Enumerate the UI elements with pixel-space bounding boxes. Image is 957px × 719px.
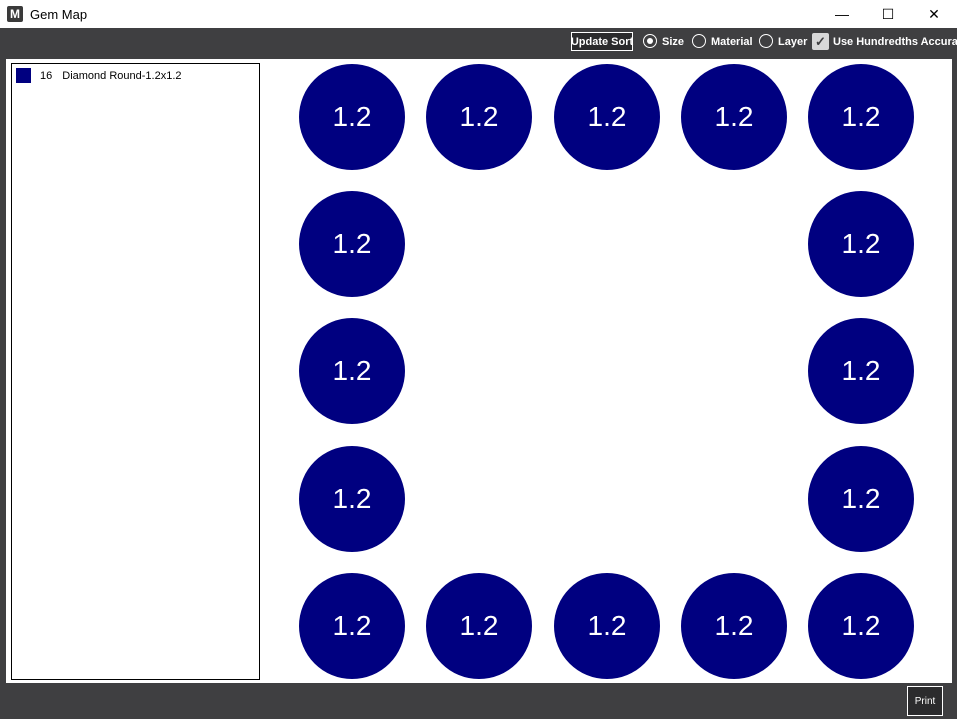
close-icon: ✕ (928, 5, 940, 22)
gem-circle[interactable]: 1.2 (554, 64, 660, 170)
gem-circle[interactable]: 1.2 (426, 64, 532, 170)
hundredths-accuracy-checkbox[interactable]: ✓ (812, 33, 829, 50)
app-logo-icon: M (7, 6, 23, 22)
gem-legend: 16 Diamond Round-1.2x1.2 (11, 63, 260, 680)
gem-circle[interactable]: 1.2 (808, 446, 914, 552)
gem-circle[interactable]: 1.2 (681, 573, 787, 679)
toolbar: Update Sort Size Material Layer ✓ Use Hu… (0, 28, 957, 58)
gem-circle[interactable]: 1.2 (426, 573, 532, 679)
maximize-icon: ☐ (881, 5, 895, 22)
gem-circle[interactable]: 1.2 (299, 64, 405, 170)
minimize-icon: — (835, 6, 849, 22)
gem-circle[interactable]: 1.2 (808, 191, 914, 297)
gem-circle[interactable]: 1.2 (299, 446, 405, 552)
legend-color-swatch (16, 68, 31, 83)
gem-circle[interactable]: 1.2 (299, 318, 405, 424)
layer-radio-label[interactable]: Layer (778, 36, 807, 48)
update-sort-button[interactable]: Update Sort (571, 32, 633, 51)
legend-item-count: 16 (40, 69, 53, 82)
material-radio[interactable] (692, 34, 706, 48)
gem-circle[interactable]: 1.2 (554, 573, 660, 679)
title-bar: M Gem Map — ☐ ✕ (0, 0, 957, 28)
size-radio[interactable] (643, 34, 657, 48)
close-button[interactable]: ✕ (911, 0, 957, 28)
checkmark-icon: ✓ (815, 33, 826, 49)
minimize-button[interactable]: — (819, 0, 865, 28)
window-controls: — ☐ ✕ (819, 0, 957, 28)
gem-circle[interactable]: 1.2 (808, 64, 914, 170)
print-button[interactable]: Print (907, 686, 943, 716)
layer-radio[interactable] (759, 34, 773, 48)
window-title: Gem Map (30, 6, 88, 22)
material-radio-label[interactable]: Material (711, 36, 753, 48)
size-radio-label[interactable]: Size (662, 36, 684, 48)
gem-circle[interactable]: 1.2 (808, 318, 914, 424)
gem-circle[interactable]: 1.2 (681, 64, 787, 170)
legend-item[interactable]: 16 Diamond Round-1.2x1.2 (16, 68, 182, 83)
gem-circle[interactable]: 1.2 (299, 573, 405, 679)
legend-item-label: Diamond Round-1.2x1.2 (62, 69, 182, 82)
hundredths-accuracy-label[interactable]: Use Hundredths Accuracy (833, 36, 957, 48)
gem-circle[interactable]: 1.2 (299, 191, 405, 297)
footer-bar: Print (0, 683, 957, 719)
maximize-button[interactable]: ☐ (865, 0, 911, 28)
gem-circle[interactable]: 1.2 (808, 573, 914, 679)
